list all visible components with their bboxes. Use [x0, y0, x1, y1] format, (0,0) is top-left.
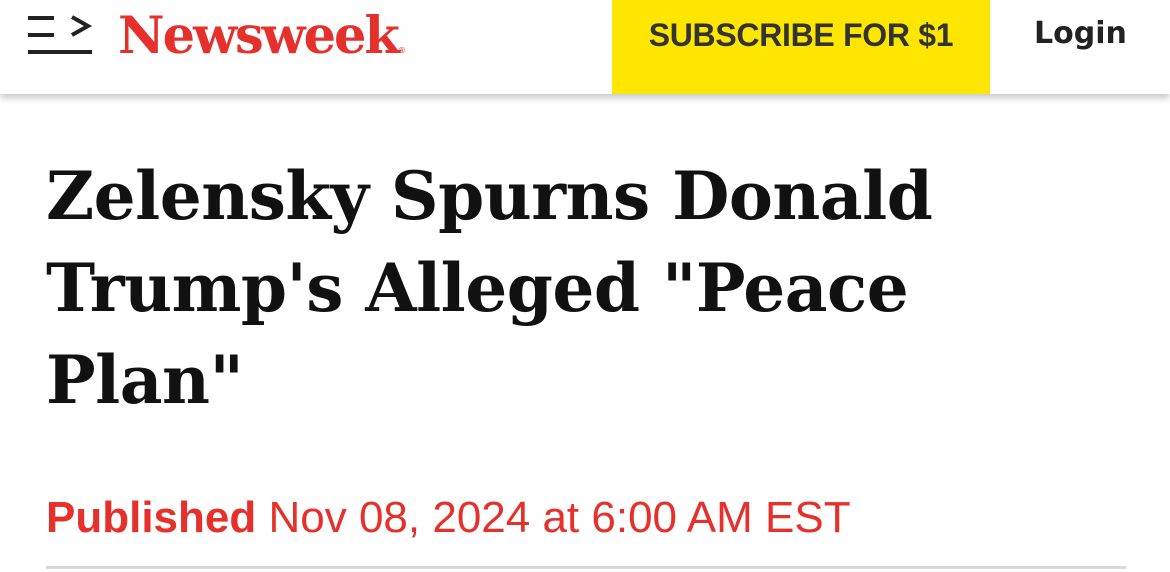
logo-text: Newsweek — [118, 6, 400, 66]
registered-mark: ® — [397, 46, 406, 55]
newsweek-logo[interactable]: Newsweek® — [118, 3, 406, 84]
divider — [46, 566, 1126, 569]
login-link[interactable]: Login — [1034, 14, 1127, 54]
article-headline: Zelensky Spurns Donald Trump's Alleged "… — [46, 157, 933, 419]
article-page: Newsweek® SUBSCRIBE FOR $1 Login Zelensk… — [0, 0, 1170, 572]
menu-arrow-icon — [28, 15, 93, 54]
site-header: Newsweek® SUBSCRIBE FOR $1 Login — [0, 0, 1170, 94]
menu-button[interactable] — [28, 14, 94, 56]
published-date: Nov 08, 2024 at 6:00 AM EST — [268, 493, 851, 542]
subscribe-button[interactable]: SUBSCRIBE FOR $1 — [612, 0, 990, 94]
published-label: Published — [46, 493, 257, 542]
subscribe-label: SUBSCRIBE FOR $1 — [648, 16, 954, 53]
publish-info: Published Nov 08, 2024 at 6:00 AM EST — [46, 490, 851, 546]
